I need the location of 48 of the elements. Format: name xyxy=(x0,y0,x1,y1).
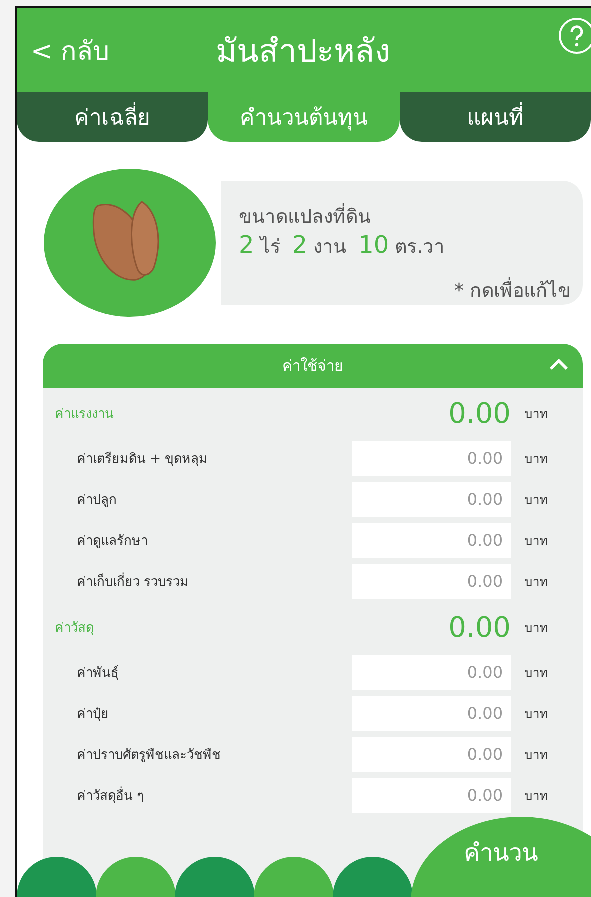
currency-unit: บาท xyxy=(524,788,549,805)
group-name: ค่าแรงงาน xyxy=(55,406,115,424)
amount-field[interactable]: 0.00 xyxy=(352,441,511,476)
edit-hint: * กดเพื่อแก้ไข xyxy=(454,275,571,305)
currency-unit: บาท xyxy=(524,533,549,550)
amount-field[interactable]: 0.00 xyxy=(352,523,511,558)
expense-label: ค่าดูแลรักษา xyxy=(76,533,149,551)
expense-label: ค่าเตรียมดิน + ขุดหลุม xyxy=(76,450,210,469)
currency-unit: บาท xyxy=(524,620,549,636)
expense-label: ค่าพันธุ์ xyxy=(76,664,120,683)
group-total: 0.00 xyxy=(448,396,511,430)
currency-unit: บาท xyxy=(524,451,549,468)
amount-field[interactable]: 0.00 xyxy=(352,778,511,813)
land-size-card[interactable]: ขนาดแปลงที่ดิน 2 ไร่ 2 งาน 10 ตร.วา * กดเพื่อแก้ไข xyxy=(221,181,583,305)
currency-unit: บาท xyxy=(524,665,549,682)
land-size-label: ขนาดแปลงที่ดิน xyxy=(239,201,571,231)
expense-label: ค่าปราบศัตรูพืชและวัชพืช xyxy=(76,747,222,765)
expense-label: ค่าวัสดุอื่น ๆ xyxy=(55,785,352,806)
currency-unit: บาท xyxy=(524,574,549,591)
expense-label: ค่าเก็บเกี่ยว รวบรวม xyxy=(55,571,352,592)
tab[interactable]: แผนที่ xyxy=(400,92,591,142)
group-name: ค่าวัสดุ xyxy=(55,620,95,638)
land-size-unit: งาน xyxy=(314,235,347,260)
currency-unit: บาท xyxy=(524,747,549,764)
tab[interactable]: ค่าเฉลี่ย xyxy=(17,92,208,142)
land-size-value: 2 xyxy=(239,231,254,259)
land-size-value: 10 xyxy=(358,231,390,259)
expense-label: ค่าปลูก xyxy=(76,492,118,510)
group-total: 0.00 xyxy=(448,610,511,644)
tab[interactable]: คำนวนต้นทุน xyxy=(208,92,400,142)
expense-label: ค่าปุ๋ย xyxy=(76,706,110,724)
back-link[interactable]: < กลับ xyxy=(31,30,216,70)
amount-field[interactable]: 0.00 xyxy=(352,564,511,599)
amount-field[interactable]: 0.00 xyxy=(352,655,511,690)
currency-unit: บาท xyxy=(524,492,549,509)
amount-field[interactable]: 0.00 xyxy=(352,737,511,772)
land-size-unit: ตร.วา xyxy=(395,235,446,260)
amount-field[interactable]: 0.00 xyxy=(352,482,511,517)
amount-field[interactable]: 0.00 xyxy=(352,696,511,731)
currency-unit: บาท xyxy=(524,406,549,422)
chevron-icon[interactable] xyxy=(549,359,569,371)
section-title: ค่าใช้จ่าย xyxy=(282,356,344,377)
land-size-unit: ไร่ xyxy=(260,235,280,260)
currency-unit: บาท xyxy=(524,706,549,723)
land-size-value: 2 xyxy=(292,231,308,259)
section-header[interactable]: ค่าใช้จ่าย xyxy=(43,344,583,388)
help-icon[interactable] xyxy=(559,18,591,54)
page-title: มันสำปะหลัง xyxy=(216,30,391,72)
